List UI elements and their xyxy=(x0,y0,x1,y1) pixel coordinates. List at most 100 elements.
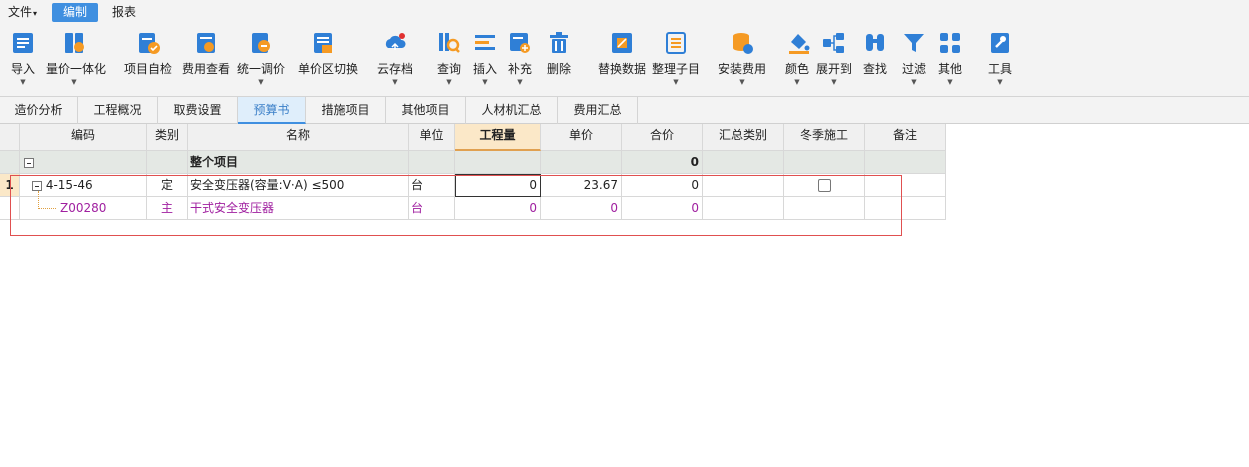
row-winter-construction[interactable] xyxy=(784,174,865,197)
row-type[interactable]: 主 xyxy=(147,197,188,220)
winter-construction-checkbox[interactable] xyxy=(817,179,831,192)
price-zone-label: 单价区切换 xyxy=(298,62,359,76)
row-number[interactable] xyxy=(0,197,20,220)
row-summary-category[interactable] xyxy=(703,197,784,220)
row-unit[interactable]: 台 xyxy=(409,174,455,197)
header-unit[interactable]: 单位 xyxy=(409,124,455,151)
header-winter-construction[interactable]: 冬季施工 xyxy=(784,124,865,151)
tab-other-items[interactable]: 其他项目 xyxy=(386,97,466,124)
row-winter-construction[interactable] xyxy=(784,197,865,220)
chevron-down-icon: ▼ xyxy=(911,78,917,86)
unified-price-icon xyxy=(252,33,270,53)
filter-icon xyxy=(904,34,924,52)
tools-icon xyxy=(991,33,1009,53)
install-fee-button[interactable]: 安装费用 ▼ xyxy=(718,28,766,94)
chevron-down-icon: ▼ xyxy=(71,78,77,86)
row-code: 4-15-46 xyxy=(45,178,93,192)
expand-label: 展开到 xyxy=(815,62,852,76)
query-button[interactable]: 查询 ▼ xyxy=(436,28,462,94)
row-quantity[interactable]: 0 xyxy=(455,197,541,220)
tab-cost-analysis[interactable]: 造价分析 xyxy=(0,97,78,124)
self-check-button[interactable]: 项目自检 xyxy=(124,28,172,94)
tools-button[interactable]: 工具 ▼ xyxy=(987,28,1013,94)
ribbon-toolbar: 导入 ▼ 量价一体化 ▼ 项目自检 费用查看 统一调价 ▼ 单价区切换 云存档 … xyxy=(0,24,1249,97)
header-name[interactable]: 名称 xyxy=(188,124,409,151)
cloud-archive-icon xyxy=(385,33,406,50)
group-quantity-cell xyxy=(455,151,541,174)
fee-view-label: 费用查看 xyxy=(181,62,230,76)
collapse-icon[interactable] xyxy=(32,180,42,191)
row-total-price: 0 xyxy=(622,197,703,220)
chevron-down-icon: ▼ xyxy=(673,78,679,86)
expand-button[interactable]: 展开到 ▼ xyxy=(816,28,852,94)
row-remarks[interactable] xyxy=(865,197,946,220)
group-remarks-cell xyxy=(865,151,946,174)
chevron-down-icon: ▼ xyxy=(831,78,837,86)
replace-data-button[interactable]: 替换数据 xyxy=(598,28,646,94)
header-quantity[interactable]: 工程量 xyxy=(455,124,541,151)
filter-button[interactable]: 过滤 ▼ xyxy=(901,28,927,94)
chevron-down-icon: ▼ xyxy=(997,78,1003,86)
price-zone-button[interactable]: 单价区切换 xyxy=(298,28,358,94)
find-icon xyxy=(866,34,884,51)
row-number[interactable]: 1 xyxy=(0,174,20,197)
cloud-archive-button[interactable]: 云存档 ▼ xyxy=(377,28,413,94)
row-name[interactable]: 干式安全变压器 xyxy=(188,197,409,220)
tab-labor-material-summary[interactable]: 人材机汇总 xyxy=(466,97,558,124)
header-unit-price[interactable]: 单价 xyxy=(541,124,622,151)
quantity-price-label: 量价一体化 xyxy=(46,62,107,76)
header-total-price[interactable]: 合价 xyxy=(622,124,703,151)
row-summary-category[interactable] xyxy=(703,174,784,197)
row-unit-price[interactable]: 23.67 xyxy=(541,174,622,197)
chevron-down-icon: ▼ xyxy=(794,78,800,86)
color-button[interactable]: 颜色 ▼ xyxy=(785,28,810,94)
row-quantity[interactable]: 0 xyxy=(455,174,541,197)
organize-label: 整理子目 xyxy=(651,62,700,76)
menu-edit[interactable]: 编制 xyxy=(52,3,98,22)
menu-report[interactable]: 报表 xyxy=(106,3,142,22)
row-name[interactable]: 安全变压器(容量:V·A) ≤500 xyxy=(188,174,409,197)
delete-icon xyxy=(550,32,568,53)
delete-button[interactable]: 删除 xyxy=(546,28,572,94)
tab-strip: 造价分析 工程概况 取费设置 预算书 措施项目 其他项目 人材机汇总 费用汇总 xyxy=(0,97,1249,124)
group-unit-cell xyxy=(409,151,455,174)
import-label: 导入 xyxy=(10,62,35,76)
supplement-icon xyxy=(510,33,530,53)
fee-view-icon xyxy=(197,33,215,53)
fee-view-button[interactable]: 费用查看 xyxy=(182,28,230,94)
header-remarks[interactable]: 备注 xyxy=(865,124,946,151)
import-button[interactable]: 导入 ▼ xyxy=(8,28,38,94)
group-row-number xyxy=(0,151,20,174)
quantity-price-button[interactable]: 量价一体化 ▼ xyxy=(46,28,106,94)
tab-budget[interactable]: 预算书 xyxy=(238,97,306,124)
header-summary-category[interactable]: 汇总类别 xyxy=(703,124,784,151)
supplement-button[interactable]: 补充 ▼ xyxy=(507,28,533,94)
row-unit-price[interactable]: 0 xyxy=(541,197,622,220)
other-button[interactable]: 其他 ▼ xyxy=(937,28,963,94)
replace-data-label: 替换数据 xyxy=(597,62,646,76)
header-code[interactable]: 编码 xyxy=(20,124,147,151)
tab-project-overview[interactable]: 工程概况 xyxy=(78,97,158,124)
unified-price-button[interactable]: 统一调价 ▼ xyxy=(237,28,285,94)
price-zone-icon xyxy=(314,33,332,53)
tab-measures[interactable]: 措施项目 xyxy=(306,97,386,124)
collapse-icon[interactable] xyxy=(24,157,34,168)
menu-file[interactable]: 文件▾ xyxy=(2,3,43,22)
self-check-icon xyxy=(139,33,160,54)
find-button[interactable]: 查找 xyxy=(862,28,888,94)
header-type[interactable]: 类别 xyxy=(147,124,188,151)
tab-fee-summary[interactable]: 费用汇总 xyxy=(558,97,638,124)
chevron-down-icon: ▼ xyxy=(392,78,398,86)
install-fee-icon xyxy=(733,33,753,54)
row-type[interactable]: 定 xyxy=(147,174,188,197)
group-winter-cell xyxy=(784,151,865,174)
tab-fee-settings[interactable]: 取费设置 xyxy=(158,97,238,124)
organize-button[interactable]: 整理子目 ▼ xyxy=(652,28,700,94)
row-remarks[interactable] xyxy=(865,174,946,197)
chevron-down-icon: ▼ xyxy=(947,78,953,86)
row-unit[interactable]: 台 xyxy=(409,197,455,220)
chevron-down-icon: ▼ xyxy=(482,78,488,86)
group-collapse-toggle[interactable] xyxy=(20,151,147,174)
insert-button[interactable]: 插入 ▼ xyxy=(472,28,498,94)
organize-icon xyxy=(666,32,686,54)
